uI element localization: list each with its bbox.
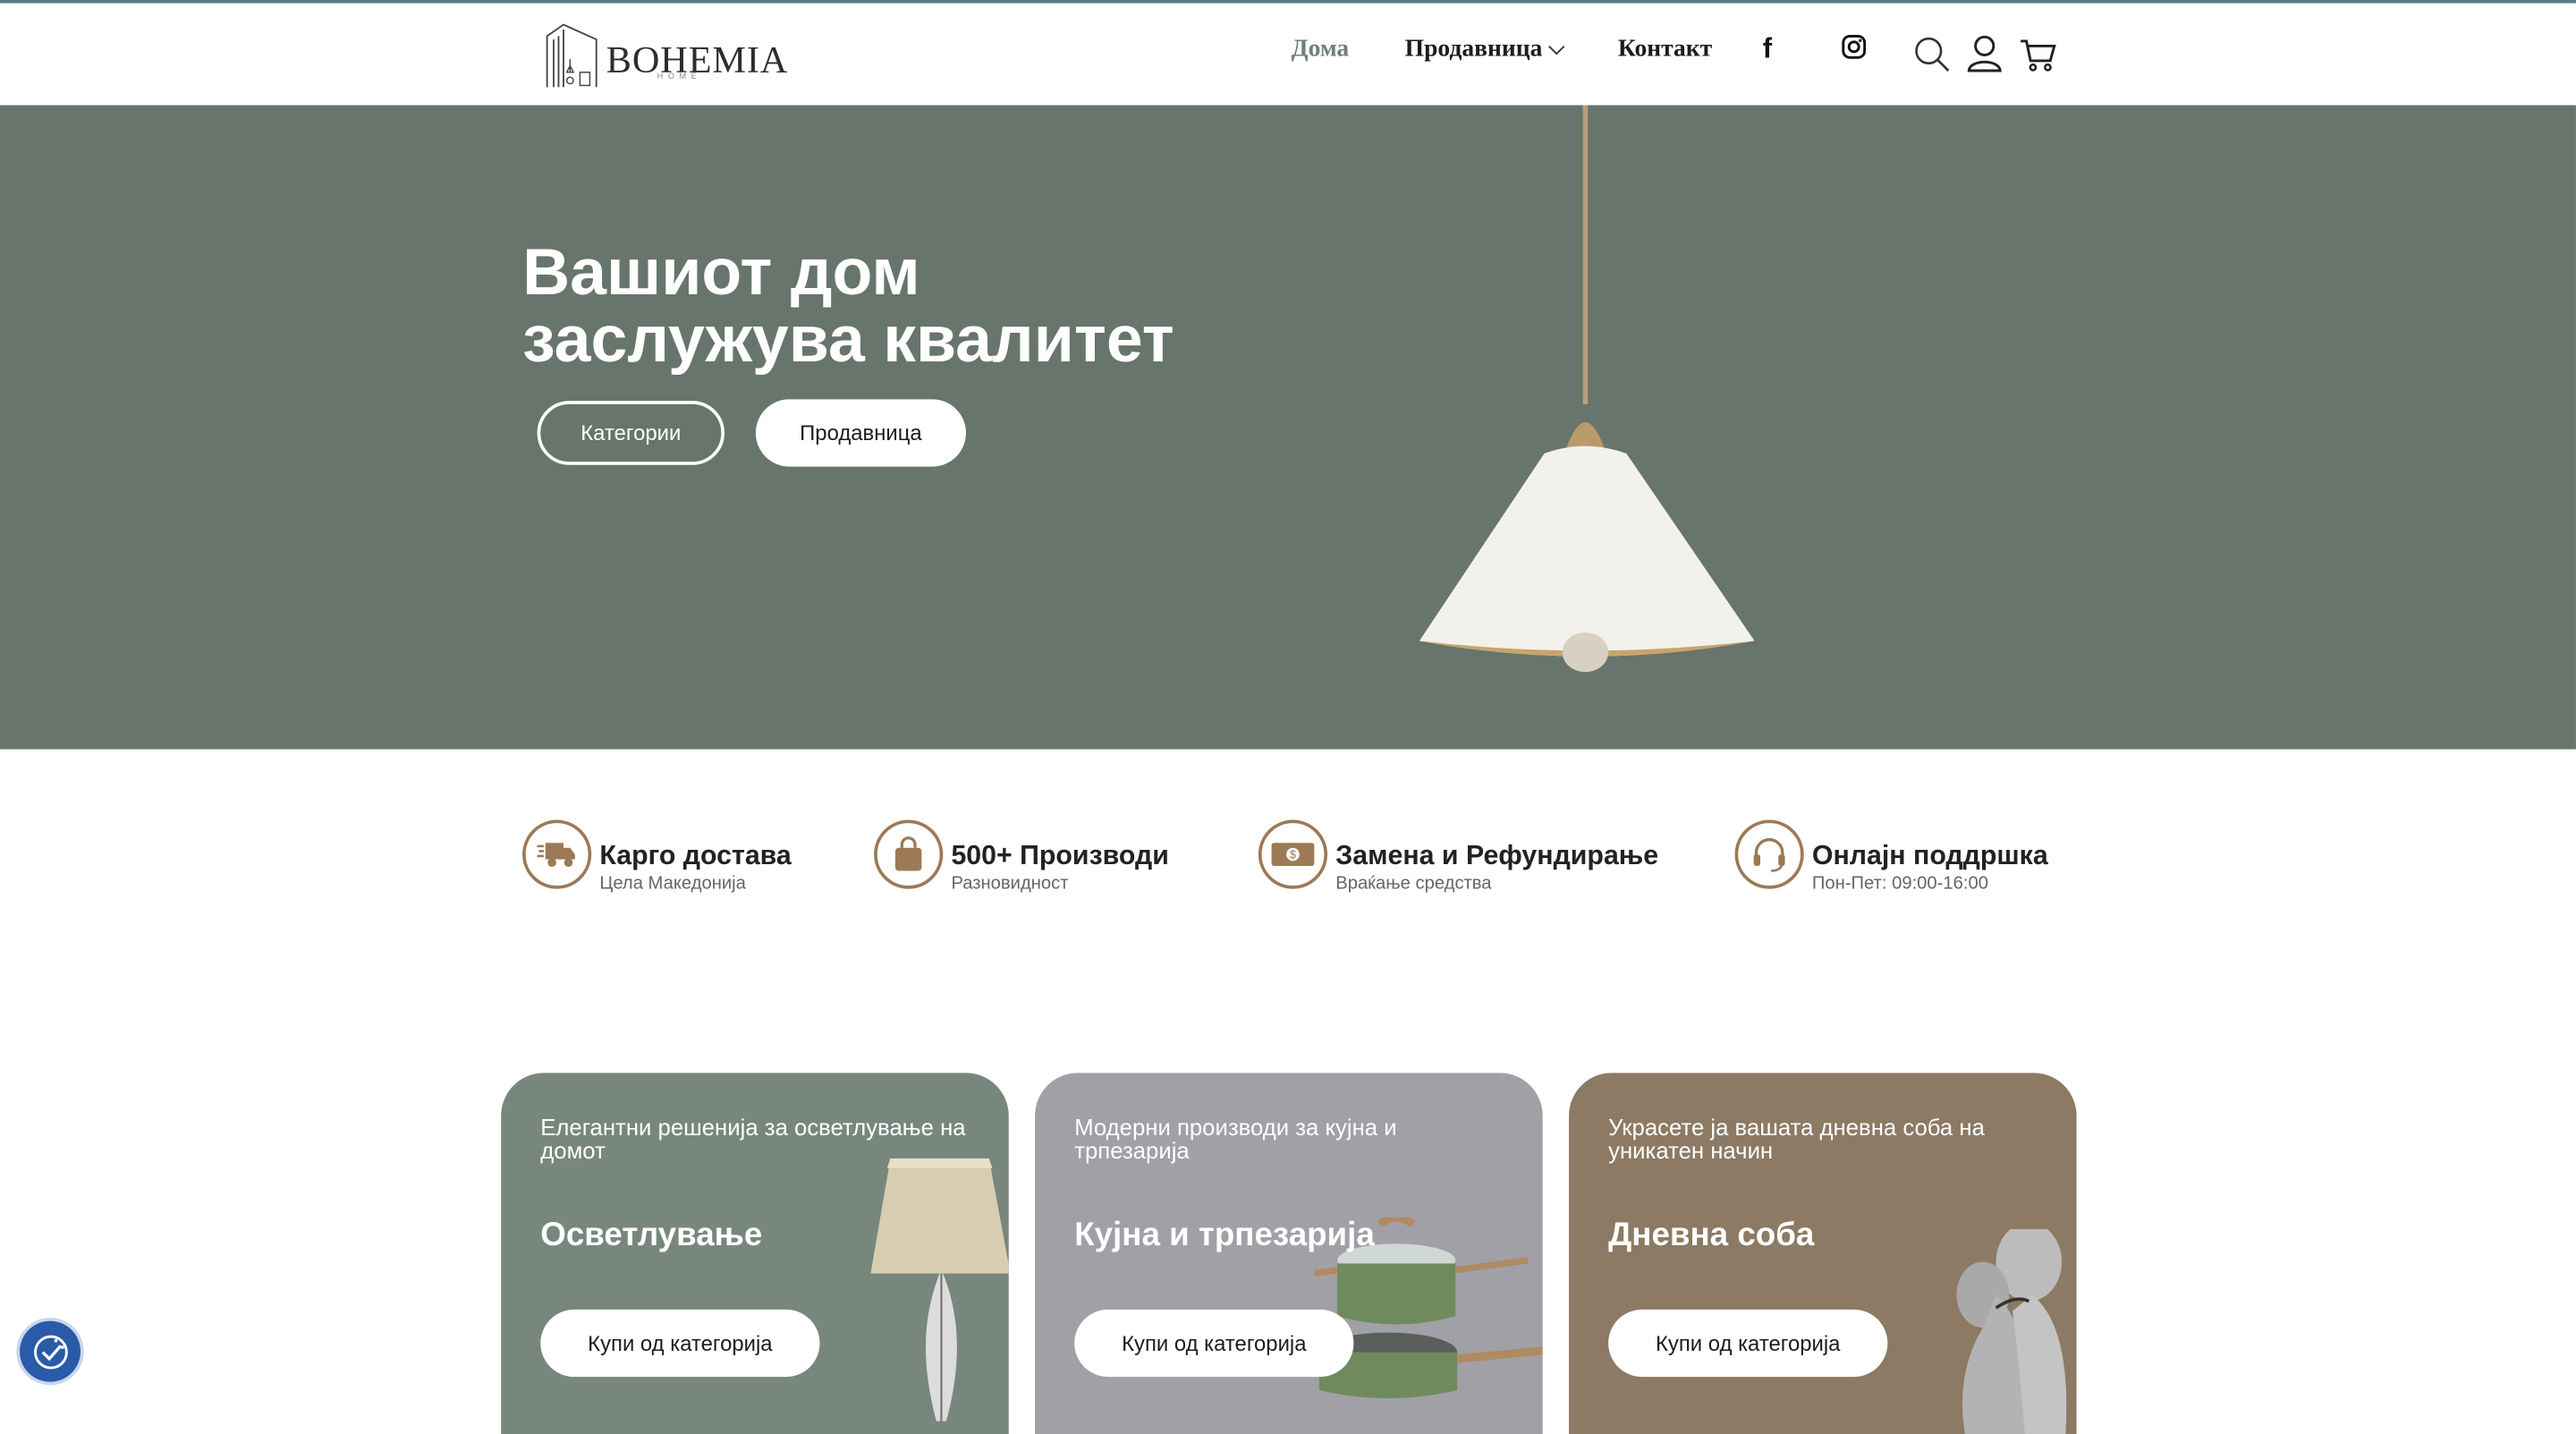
pendant-lamp-image [1419, 105, 1755, 673]
shop-button[interactable]: Продавница [755, 399, 966, 467]
nav-shop-label: Продавница [1404, 36, 1543, 63]
truck-icon [522, 819, 592, 889]
table-lamp-image [870, 1158, 1009, 1421]
shop-category-button[interactable]: Купи од категорија [540, 1309, 820, 1378]
feature-subtitle: Разновидност [951, 874, 1069, 895]
feature-subtitle: Враќање средства [1335, 874, 1492, 895]
feature-title: Замена и Рефундирање [1335, 841, 1659, 871]
shop-category-button[interactable]: Купи од категорија [1608, 1309, 1888, 1378]
category-title: Дневна соба [1608, 1217, 1815, 1254]
cart-icon[interactable] [2019, 38, 2056, 72]
money-icon: $ [1258, 819, 1328, 889]
accessibility-consent-icon[interactable] [20, 1320, 80, 1382]
chevron-down-icon [1547, 38, 1565, 55]
feature-item: Онлајн поддршка Пон-Пет: 09:00-16:00 [1734, 819, 2048, 895]
headset-icon [1734, 819, 1804, 889]
instagram-icon[interactable] [1842, 34, 1867, 60]
nav-shop[interactable]: Продавница [1404, 36, 1565, 64]
category-card-lighting[interactable]: Елегантни решенија за осветлување на дом… [501, 1073, 1009, 1434]
brand-subtitle: HOME [657, 72, 702, 82]
main-nav: Дома Продавница Контакт [1292, 36, 1713, 64]
user-icon[interactable] [1967, 35, 2003, 72]
building-logo-icon [546, 23, 597, 88]
category-description: Модерни производи за кујна и трпезарија [1074, 1114, 1397, 1164]
category-description: Елегантни решенија за осветлување на дом… [540, 1114, 966, 1164]
hero-title: Вашиот дом заслужува квалитет [522, 236, 1377, 377]
facebook-icon[interactable]: f [1763, 33, 1772, 66]
sculpture-image [1956, 1228, 2067, 1434]
bag-icon [874, 819, 944, 889]
feature-subtitle: Цела Македонија [599, 874, 746, 895]
feature-item: $ Замена и Рефундирање Враќање средства [1258, 819, 1659, 895]
shop-category-button[interactable]: Купи од категорија [1074, 1309, 1354, 1378]
hero-title-line2: заслужува квалитет [522, 303, 1174, 377]
category-card-kitchen[interactable]: Модерни производи за кујна и трпезарија … [1035, 1073, 1543, 1434]
categories-button[interactable]: Категории [537, 401, 724, 465]
feature-title: 500+ Производи [951, 841, 1169, 871]
hero-title-line1: Вашиот дом [522, 236, 920, 310]
nav-home[interactable]: Дома [1292, 36, 1350, 64]
category-title: Кујна и трпезарија [1074, 1217, 1375, 1254]
svg-text:$: $ [1290, 848, 1296, 861]
search-icon[interactable] [1914, 36, 1950, 72]
category-title: Осветлување [540, 1217, 763, 1254]
feature-item: Карго достава Цела Македонија [522, 819, 792, 895]
page: BOHEMIA HOME Дома Продавница Контакт f В… [0, 0, 2576, 1434]
hero-banner: Вашиот дом заслужува квалитет Категории … [0, 105, 2576, 750]
feature-item: 500+ Производи Разновидност [874, 819, 1169, 895]
nav-contact[interactable]: Контакт [1618, 36, 1712, 64]
site-header: BOHEMIA HOME Дома Продавница Контакт f [0, 3, 2576, 107]
feature-title: Онлајн поддршка [1811, 841, 2048, 871]
category-card-living-room[interactable]: Украсете ја вашата дневна соба на уникат… [1569, 1073, 2077, 1434]
feature-subtitle: Пон-Пет: 09:00-16:00 [1811, 874, 1988, 895]
category-description: Украсете ја вашата дневна соба на уникат… [1608, 1114, 1985, 1164]
feature-title: Карго достава [599, 841, 792, 871]
